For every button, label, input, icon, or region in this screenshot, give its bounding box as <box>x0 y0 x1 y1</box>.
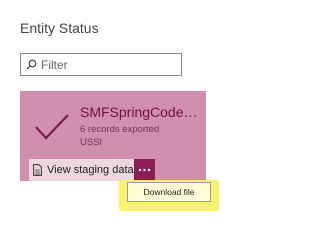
ellipsis-icon <box>138 168 151 172</box>
view-staging-data-label: View staging data <box>47 164 134 176</box>
download-file-label: Download file <box>143 187 195 197</box>
panel-title: Entity Status <box>20 20 99 36</box>
checkmark-icon <box>35 114 69 140</box>
records-exported-text: 6 records exported <box>80 124 160 135</box>
filter-box[interactable] <box>20 53 182 76</box>
document-icon <box>33 164 42 176</box>
more-options-button[interactable] <box>134 159 155 181</box>
search-icon <box>21 54 41 75</box>
view-staging-data-button[interactable]: View staging data <box>29 159 140 181</box>
company-code: USSI <box>80 137 103 148</box>
filter-input[interactable] <box>41 55 177 74</box>
download-file-menu-item[interactable]: Download file <box>127 182 211 202</box>
entity-status-panel: Entity Status SMFSpringCodesE... 6 recor… <box>0 0 320 251</box>
entity-name: SMFSpringCodesE... <box>80 104 200 120</box>
